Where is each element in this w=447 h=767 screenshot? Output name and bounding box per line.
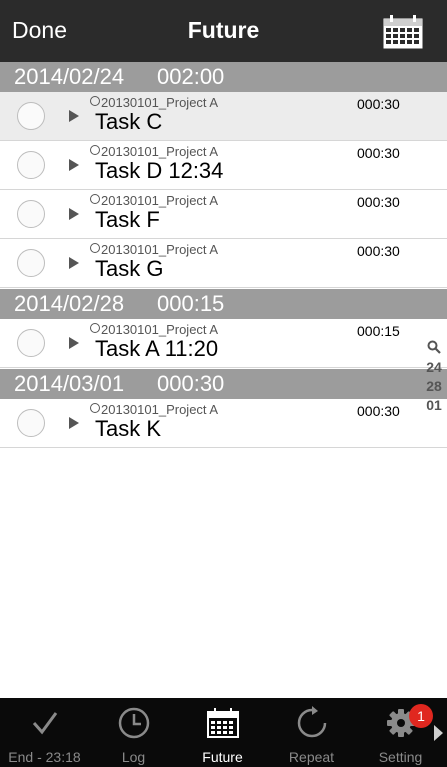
task-name: Task G [95,256,164,281]
task-row[interactable]: 20130101_Project A Task A 11:20 000:15 [0,319,447,368]
task-row[interactable]: 20130101_Project A Task F 000:30 [0,190,447,239]
play-icon[interactable] [69,159,79,171]
complete-checkbox[interactable] [17,102,45,130]
task-name: Task F [95,207,160,232]
index-item[interactable]: 01 [420,396,447,415]
calendar-icon[interactable] [383,15,423,49]
project-name: 20130101_Project A [101,144,219,159]
more-tabs-arrow-icon[interactable] [434,725,443,741]
repeat-icon [297,706,327,738]
task-project: 20130101_Project A [90,193,218,208]
task-project: 20130101_Project A [90,402,218,417]
complete-checkbox[interactable] [17,200,45,228]
tab-label: Log [121,749,146,765]
section-index[interactable]: 24 28 01 [420,340,447,415]
index-item[interactable]: 28 [420,377,447,396]
play-icon[interactable] [69,208,79,220]
task-row[interactable]: 20130101_Project A Task D 12:34 000:30 [0,141,447,190]
section-duration: 000:30 [157,371,225,396]
task-project: 20130101_Project A [90,95,218,110]
tab-label: Repeat [288,749,335,765]
task-name: Task D 12:34 [95,158,224,183]
speech-bubble-icon [90,323,100,333]
task-row[interactable]: 20130101_Project A Task G 000:30 [0,239,447,288]
calendar-icon [207,708,239,738]
task-time: 000:30 [357,403,400,419]
task-project: 20130101_Project A [90,242,218,257]
project-name: 20130101_Project A [101,95,219,110]
section-date: 2014/02/28 [14,291,125,316]
settings-badge: 1 [409,704,433,728]
complete-checkbox[interactable] [17,151,45,179]
task-time: 000:30 [357,96,400,112]
task-name: Task K [95,416,162,441]
speech-bubble-icon [90,403,100,413]
task-name: Task C [95,109,163,134]
section-date: 2014/03/01 [14,371,125,396]
play-icon[interactable] [69,337,79,349]
tab-future[interactable]: Future [178,698,267,767]
task-name: Task A 11:20 [95,336,219,361]
speech-bubble-icon [90,194,100,204]
checkmark-icon [32,712,58,735]
clock-icon [118,707,150,739]
task-row[interactable]: 20130101_Project A Task K 000:30 [0,399,447,448]
speech-bubble-icon [90,145,100,155]
task-time: 000:30 [357,194,400,210]
task-time: 000:15 [357,323,400,339]
complete-checkbox[interactable] [17,249,45,277]
section-header: 2014/02/28 000:15 [0,289,447,319]
section-header: 2014/02/24 002:00 [0,62,447,92]
tab-setting[interactable]: Setting [356,698,445,767]
task-time: 000:30 [357,145,400,161]
section-date: 2014/02/24 [14,64,125,89]
section-duration: 000:15 [157,291,225,316]
task-time: 000:30 [357,243,400,259]
complete-checkbox[interactable] [17,329,45,357]
task-project: 20130101_Project A [90,144,218,159]
page-title: Future [187,17,260,43]
nav-bar: Done Future [0,0,447,62]
tab-label: Future [202,749,243,765]
tab-label: Setting [378,749,423,765]
play-icon[interactable] [69,417,79,429]
tab-bar: End - 23:18 Log Future Repeat Setting [0,698,447,767]
tab-label: End - 23:18 [8,749,81,765]
index-item[interactable]: 24 [420,358,447,377]
task-row[interactable]: 20130101_Project A Task C 000:30 [0,92,447,141]
tab-end[interactable]: End - 23:18 [0,698,89,767]
play-icon[interactable] [69,257,79,269]
project-name: 20130101_Project A [101,322,219,337]
project-name: 20130101_Project A [101,402,219,417]
tab-repeat[interactable]: Repeat [267,698,356,767]
complete-checkbox[interactable] [17,409,45,437]
done-button[interactable]: Done [12,17,67,44]
section-duration: 002:00 [157,64,225,89]
search-icon[interactable] [427,340,441,354]
speech-bubble-icon [90,243,100,253]
speech-bubble-icon [90,96,100,106]
tab-log[interactable]: Log [89,698,178,767]
play-icon[interactable] [69,110,79,122]
section-header: 2014/03/01 000:30 [0,369,447,399]
project-name: 20130101_Project A [101,193,219,208]
task-project: 20130101_Project A [90,322,218,337]
project-name: 20130101_Project A [101,242,219,257]
